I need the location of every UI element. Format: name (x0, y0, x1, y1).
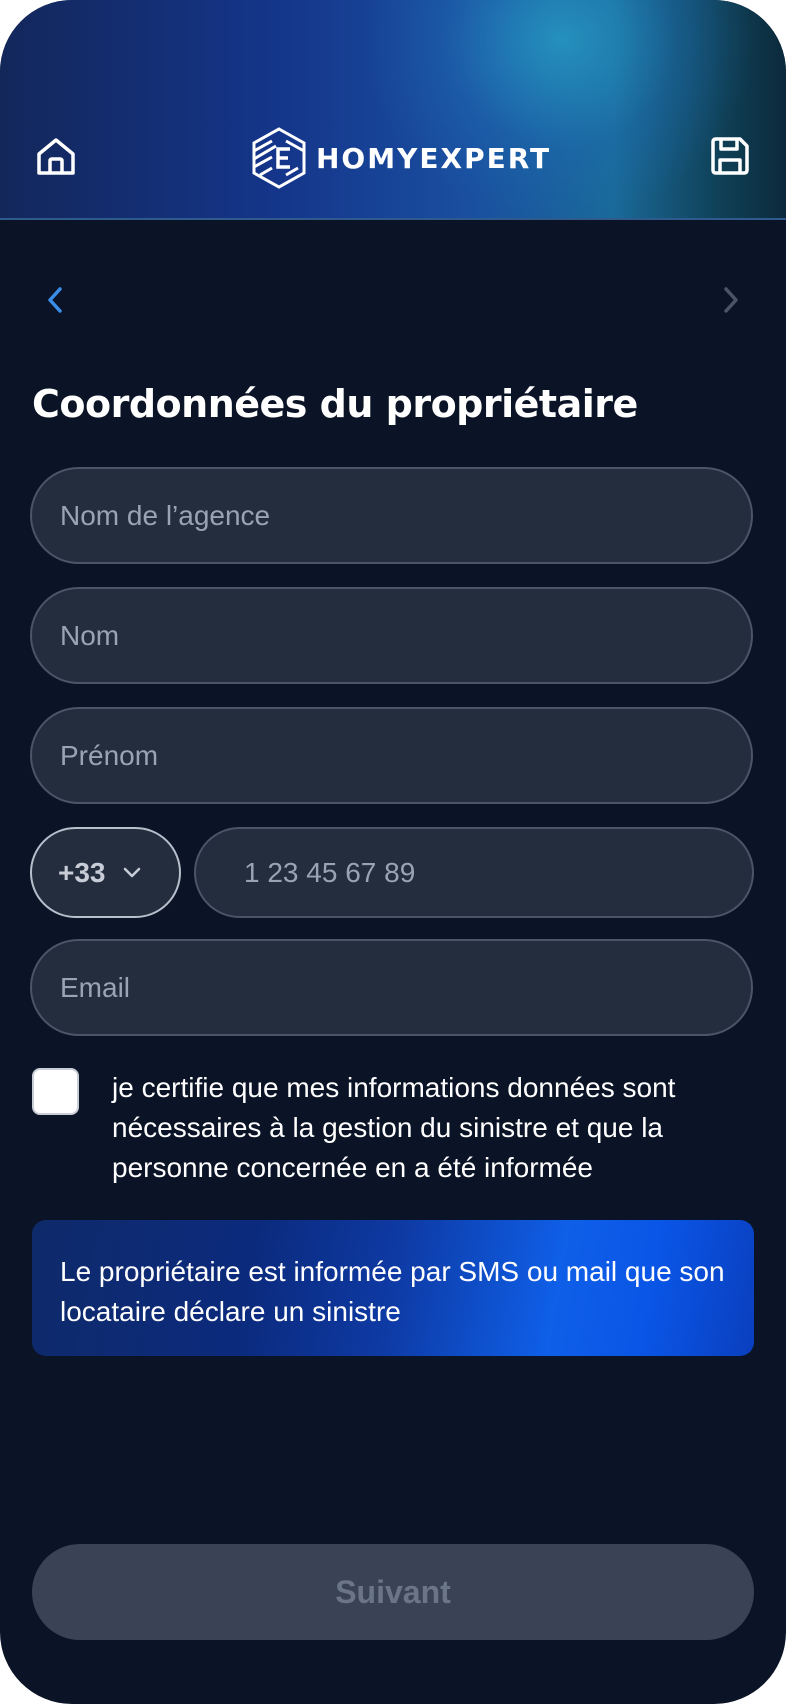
previous-step-button[interactable] (40, 282, 72, 318)
page-title: Coordonnées du propriétaire (32, 382, 638, 426)
country-code-select[interactable]: +33 (30, 827, 181, 918)
info-banner-text: Le propriétaire est informée par SMS ou … (60, 1256, 725, 1327)
chevron-down-icon (123, 867, 140, 877)
app-screen: HOMYEXPERT Coordonnées du propriétaire +… (0, 0, 786, 1704)
phone-number-input[interactable] (194, 827, 754, 918)
homyexpert-logo-icon (252, 127, 306, 189)
agency-name-input[interactable] (30, 467, 753, 564)
chevron-right-icon (724, 287, 738, 313)
home-icon (37, 138, 75, 175)
next-button[interactable]: Suivant (32, 1544, 754, 1640)
app-header: HOMYEXPERT (0, 0, 786, 220)
save-icon (711, 137, 749, 175)
consent-checkbox[interactable] (32, 1068, 79, 1115)
email-input[interactable] (30, 939, 753, 1036)
brand-name: HOMYEXPERT (316, 141, 552, 175)
country-code-value: +33 (58, 856, 106, 888)
home-button[interactable] (34, 134, 78, 178)
first-name-input[interactable] (30, 707, 753, 804)
consent-text: je certifie que mes informations données… (112, 1072, 676, 1183)
next-step-arrow (714, 282, 746, 318)
info-banner: Le propriétaire est informée par SMS ou … (32, 1220, 754, 1356)
brand-logo: HOMYEXPERT (250, 126, 551, 190)
chevron-left-icon (48, 287, 62, 313)
save-button[interactable] (708, 134, 752, 178)
last-name-input[interactable] (30, 587, 753, 684)
